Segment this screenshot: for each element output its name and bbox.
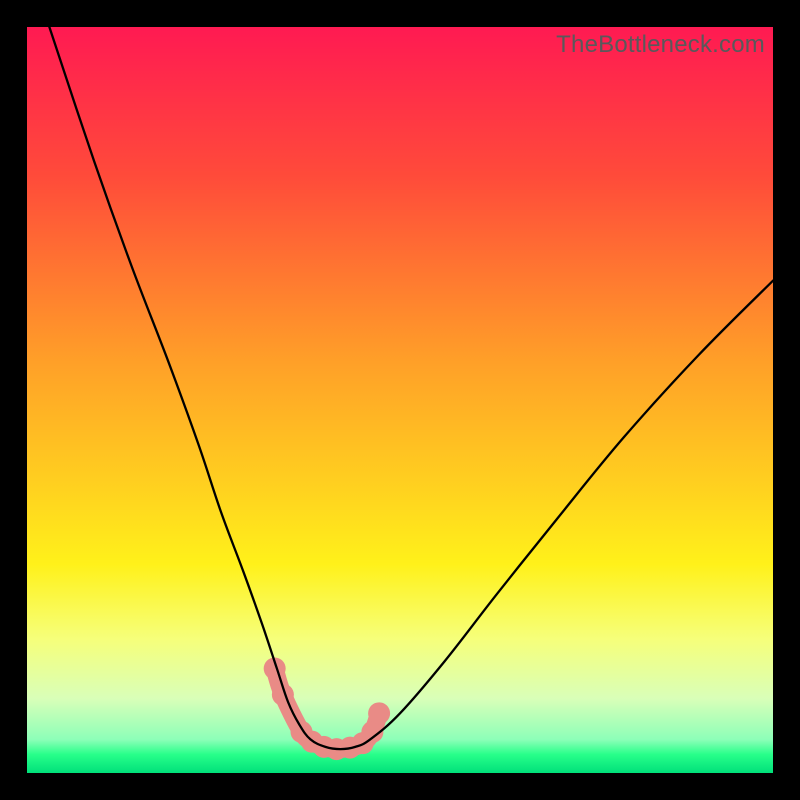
chart-svg xyxy=(27,27,773,773)
plot-area: TheBottleneck.com xyxy=(27,27,773,773)
chart-frame: TheBottleneck.com xyxy=(0,0,800,800)
watermark-text: TheBottleneck.com xyxy=(556,31,765,59)
gradient-background xyxy=(27,27,773,773)
highlight-node xyxy=(368,702,390,724)
